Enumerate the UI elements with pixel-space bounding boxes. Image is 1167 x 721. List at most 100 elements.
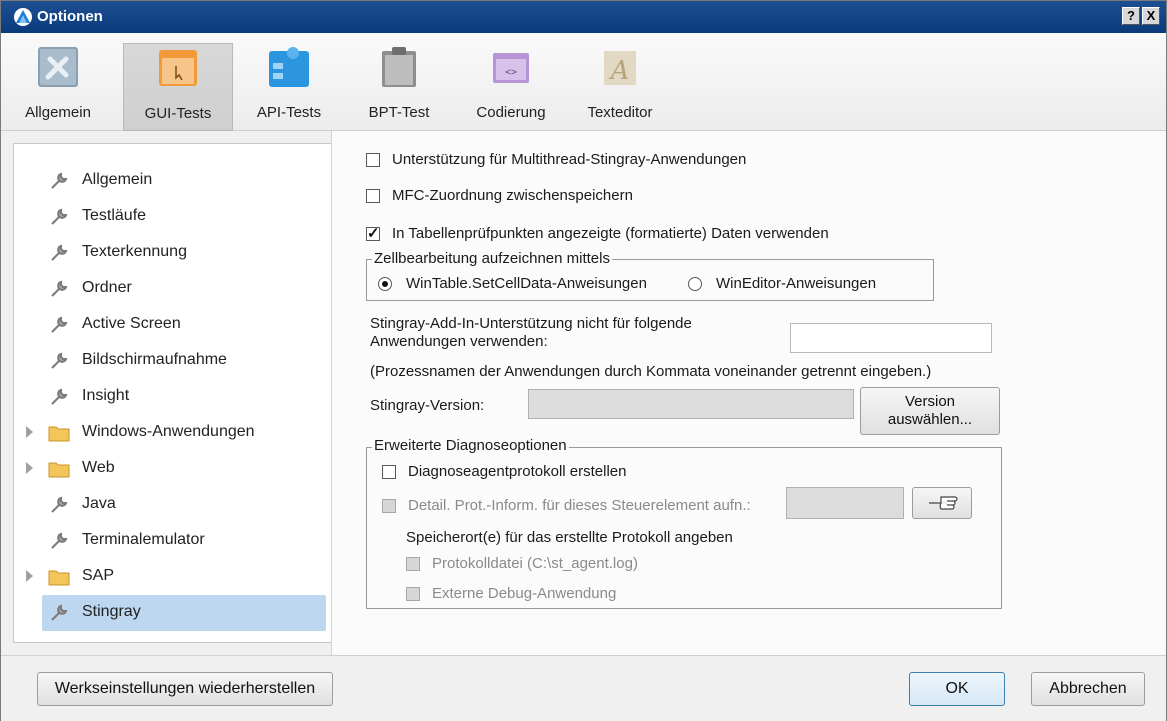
svg-text:<>: <>	[505, 67, 517, 78]
mfc-cache-label: MFC-Zuordnung zwischenspeichern	[392, 187, 633, 204]
wintable-radio[interactable]	[378, 277, 392, 291]
wrench-icon	[51, 496, 68, 513]
tab-api-tests[interactable]: API-Tests	[237, 45, 341, 129]
object-picker-button	[912, 487, 972, 519]
stingray-options-panel: Unterstützung für Multithread-Stingray-A…	[331, 131, 1166, 655]
tab-label: BPT-Test	[368, 104, 430, 121]
logfile-label: Protokolldatei (C:\st_agent.log)	[432, 555, 638, 572]
close-button[interactable]: X	[1142, 7, 1160, 25]
wrench-icon	[51, 244, 68, 261]
detail-info-label: Detail. Prot.-Inform. für dieses Steuere…	[408, 497, 751, 514]
tab-label: GUI-Tests	[144, 105, 212, 122]
multithread-checkbox[interactable]	[366, 153, 380, 167]
exclude-apps-label-line2: Anwendungen verwenden:	[370, 333, 548, 350]
category-toolbar: Allgemein GUI-Tests API-Tests BPT-Test <…	[1, 33, 1166, 131]
select-version-button-line1: Version	[904, 393, 956, 410]
detail-info-checkbox	[382, 499, 396, 513]
nav-label: Ordner	[82, 279, 132, 296]
stingray-version-label: Stingray-Version:	[370, 397, 485, 414]
stingray-version-field	[528, 389, 854, 419]
pointing-hand-icon	[929, 496, 958, 510]
nav-label: Testläufe	[82, 207, 147, 224]
select-version-button[interactable]: Version auswählen...	[860, 387, 1000, 435]
wintable-radio-label: WinTable.SetCellData-Anweisungen	[406, 275, 647, 292]
api-test-icon	[269, 47, 309, 87]
nav-label: Bildschirmaufnahme	[82, 351, 227, 368]
nav-item-sap[interactable]: SAP	[26, 559, 326, 593]
wrench-icon	[51, 316, 68, 333]
nav-item-active-screen[interactable]: Active Screen	[42, 307, 326, 341]
wrench-icon	[51, 208, 68, 225]
nav-item-stingray[interactable]: Stingray	[42, 595, 326, 631]
nav-item-java[interactable]: Java	[42, 487, 326, 521]
nav-item-allgemein[interactable]: Allgemein	[42, 163, 326, 197]
clipboard-icon	[382, 47, 416, 87]
nav-label: Web	[82, 459, 115, 476]
nav-label: Stingray	[82, 603, 141, 620]
diagnostics-group-title: Erweiterte Diagnoseoptionen	[372, 437, 569, 454]
nav-item-terminalemulator[interactable]: Terminalemulator	[42, 523, 326, 557]
multithread-label: Unterstützung für Multithread-Stingray-A…	[392, 151, 747, 168]
title-bar[interactable]: Optionen ? X	[1, 1, 1166, 33]
dialog-footer: Werkseinstellungen wiederherstellen OK A…	[1, 655, 1166, 721]
tab-codierung[interactable]: <> Codierung	[459, 45, 563, 129]
exclude-apps-input[interactable]	[790, 323, 992, 353]
tab-label: Allgemein	[25, 104, 91, 121]
folder-icon	[48, 462, 70, 478]
expand-arrow-icon[interactable]	[26, 426, 33, 438]
diag-agent-checkbox[interactable]	[382, 465, 396, 479]
nav-item-texterkennung[interactable]: Texterkennung	[42, 235, 326, 269]
text-editor-icon: A	[604, 51, 636, 86]
tab-label: Codierung	[476, 104, 546, 121]
wrench-icon	[51, 604, 68, 621]
mfc-cache-checkbox[interactable]	[366, 189, 380, 203]
expand-arrow-icon[interactable]	[26, 570, 33, 582]
tab-allgemein[interactable]: Allgemein	[7, 45, 109, 129]
tab-gui-tests[interactable]: GUI-Tests	[123, 43, 233, 131]
logfile-checkbox	[406, 557, 420, 571]
wineditor-radio[interactable]	[688, 277, 702, 291]
tab-texteditor[interactable]: A Texteditor	[567, 45, 673, 129]
nav-item-ordner[interactable]: Ordner	[42, 271, 326, 305]
nav-item-windows-anwendungen[interactable]: Windows-Anwendungen	[26, 415, 326, 449]
wrench-icon	[51, 352, 68, 369]
cancel-button[interactable]: Abbrechen	[1031, 672, 1145, 706]
svg-text:A: A	[609, 56, 630, 86]
gui-test-icon	[159, 50, 197, 86]
nav-item-web[interactable]: Web	[26, 451, 326, 485]
nav-label: SAP	[82, 567, 115, 584]
restore-defaults-button[interactable]: Werkseinstellungen wiederherstellen	[37, 672, 333, 706]
options-dialog: Optionen ? X Allgemein GUI-Tests API-Tes…	[0, 0, 1167, 721]
nav-label: Texterkennung	[82, 243, 187, 260]
nav-label: Allgemein	[82, 171, 153, 188]
nav-item-bildschirmaufnahme[interactable]: Bildschirmaufnahme	[42, 343, 326, 377]
ok-button[interactable]: OK	[909, 672, 1005, 706]
storage-location-label: Speicherort(e) für das erstellte Protoko…	[406, 529, 733, 546]
diag-agent-label: Diagnoseagentprotokoll erstellen	[408, 463, 627, 480]
wrench-icon	[51, 532, 68, 549]
nav-label: Java	[82, 495, 116, 512]
expand-arrow-icon[interactable]	[26, 462, 33, 474]
tab-label: Texteditor	[587, 104, 653, 121]
tab-bpt-test[interactable]: BPT-Test	[351, 45, 447, 129]
debug-app-label: Externe Debug-Anwendung	[432, 585, 617, 602]
wrench-icon	[51, 172, 68, 189]
nav-item-insight[interactable]: Insight	[42, 379, 326, 413]
wrench-icon	[51, 388, 68, 405]
help-button[interactable]: ?	[1122, 7, 1140, 25]
select-version-button-line2: auswählen...	[887, 411, 973, 428]
wrench-icon	[51, 280, 68, 297]
folder-icon	[48, 570, 70, 586]
exclude-apps-hint: (Prozessnamen der Anwendungen durch Komm…	[370, 363, 932, 380]
debug-app-checkbox	[406, 587, 420, 601]
nav-item-testlaeufe[interactable]: Testläufe	[42, 199, 326, 233]
nav-label: Windows-Anwendungen	[82, 423, 255, 440]
options-navigation-tree: Allgemein Testläufe Texterkennung Ordner…	[13, 143, 331, 643]
window-title: Optionen	[37, 8, 103, 25]
exclude-apps-label-line1: Stingray-Add-In-Unterstützung nicht für …	[370, 315, 692, 332]
cell-edit-group-title: Zellbearbeitung aufzeichnen mittels	[372, 250, 612, 267]
formatted-data-checkbox[interactable]	[366, 224, 380, 242]
nav-label: Insight	[82, 387, 130, 404]
app-logo-icon	[14, 8, 32, 26]
formatted-data-label: In Tabellenprüfpunkten angezeigte (forma…	[392, 225, 829, 242]
